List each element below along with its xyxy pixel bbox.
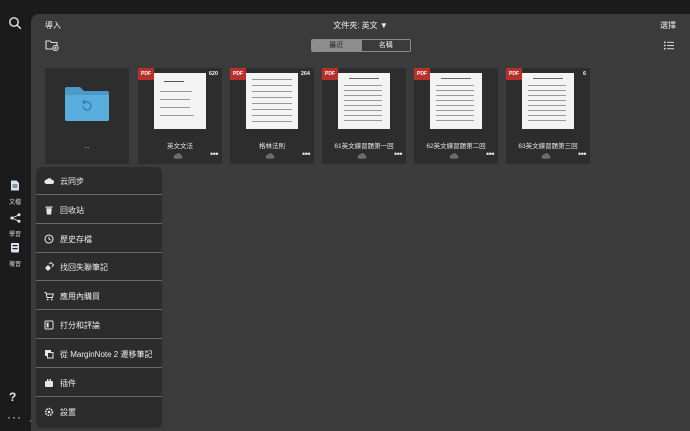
list-view-icon[interactable] bbox=[664, 41, 674, 50]
rail-label-documents: 文檔 bbox=[8, 200, 21, 206]
pdf-badge: PDF bbox=[138, 68, 154, 80]
left-rail: 文檔 學習 複習 ? ··· bbox=[0, 0, 30, 431]
menu-divider bbox=[36, 367, 162, 368]
recover-icon bbox=[45, 262, 54, 271]
history-icon bbox=[44, 234, 54, 244]
cloud-status-icon bbox=[449, 153, 459, 159]
menu-label: 云同步 bbox=[60, 177, 84, 186]
pdf-badge: PDF bbox=[414, 68, 430, 80]
cart-icon bbox=[44, 292, 54, 301]
more-options-icon[interactable]: ••• bbox=[486, 149, 494, 159]
document-icon bbox=[11, 180, 19, 191]
menu-item-in-app-purchase[interactable]: 應用內購買 bbox=[36, 282, 162, 310]
settings-icon bbox=[44, 407, 54, 417]
menu-label: 打分和評論 bbox=[60, 321, 100, 330]
trash-icon bbox=[45, 206, 53, 215]
new-folder-icon[interactable] bbox=[45, 39, 59, 51]
document-card[interactable]: PDF 620 英文文法 ••• bbox=[138, 68, 222, 164]
menu-item-rate-review[interactable]: 打分和評論 bbox=[36, 311, 162, 339]
menu-item-cloud-sync[interactable]: 云同步 bbox=[36, 167, 162, 195]
cards-icon bbox=[11, 243, 19, 253]
menu-item-trash[interactable]: 回收站 bbox=[36, 196, 162, 224]
cloud-status-icon bbox=[265, 153, 275, 159]
more-options-icon[interactable]: ••• bbox=[210, 149, 218, 159]
rail-item-review[interactable]: 複習 bbox=[2, 240, 28, 268]
more-options-icon[interactable]: ••• bbox=[302, 149, 310, 159]
page-count: 264 bbox=[300, 71, 310, 77]
menu-label: 應用內購買 bbox=[60, 292, 100, 301]
document-thumbnail bbox=[430, 73, 482, 129]
pdf-badge: PDF bbox=[230, 68, 246, 80]
folder-title-dropdown[interactable]: 文件夾: 英文 ▼ bbox=[31, 20, 690, 31]
rail-label-review: 複習 bbox=[8, 262, 21, 268]
plugin-icon bbox=[45, 379, 53, 387]
tab-name[interactable]: 名稱 bbox=[360, 40, 411, 51]
search-icon[interactable] bbox=[8, 16, 22, 30]
tab-recent[interactable]: 最近 bbox=[312, 40, 361, 51]
more-menu-popover: 云同步 回收站 歷史存檔 找回失聯筆記 應用內購買 打分和評論 從 Margin… bbox=[36, 167, 162, 428]
help-button[interactable]: ? bbox=[9, 390, 16, 404]
cloud-status-icon bbox=[173, 153, 183, 159]
document-thumbnail bbox=[522, 73, 574, 129]
menu-divider bbox=[36, 194, 162, 195]
menu-divider bbox=[36, 223, 162, 224]
more-button[interactable]: ··· bbox=[7, 410, 22, 424]
mindmap-icon bbox=[9, 213, 20, 223]
pdf-badge: PDF bbox=[506, 68, 522, 80]
document-thumbnail bbox=[246, 73, 298, 129]
document-card[interactable]: PDF 6 63英文練習題第三回 ••• bbox=[506, 68, 590, 164]
menu-label: 設置 bbox=[60, 408, 76, 417]
menu-label: 歷史存檔 bbox=[60, 235, 92, 244]
menu-label: 回收站 bbox=[60, 206, 84, 215]
folder-icon bbox=[65, 87, 109, 121]
menu-item-settings[interactable]: 設置 bbox=[36, 398, 162, 426]
menu-label: 插件 bbox=[60, 379, 76, 388]
document-card[interactable]: PDF 61英文練習題第一回 ••• bbox=[322, 68, 406, 164]
menu-label: 從 MarginNote 2 遷移筆記 bbox=[60, 350, 153, 359]
migrate-icon bbox=[45, 350, 54, 359]
cloud-icon bbox=[44, 178, 54, 184]
document-thumbnail bbox=[338, 73, 390, 129]
pdf-badge: PDF bbox=[322, 68, 338, 80]
rail-item-documents[interactable]: 文檔 bbox=[2, 178, 28, 206]
sort-segmented-control: 最近 名稱 bbox=[311, 39, 411, 52]
cloud-status-icon bbox=[541, 153, 551, 159]
menu-item-recover-notes[interactable]: 找回失聯筆記 bbox=[36, 253, 162, 281]
document-card[interactable]: PDF 264 格林法則 ••• bbox=[230, 68, 314, 164]
folder-card-parent[interactable]: .. bbox=[45, 68, 129, 164]
page-count: 620 bbox=[208, 71, 218, 77]
more-options-icon[interactable]: ••• bbox=[394, 149, 402, 159]
menu-item-migrate-notes[interactable]: 從 MarginNote 2 遷移筆記 bbox=[36, 340, 162, 368]
document-card[interactable]: PDF 62英文練習題第二回 ••• bbox=[414, 68, 498, 164]
rail-label-study: 學習 bbox=[8, 232, 21, 238]
rate-icon bbox=[44, 320, 54, 330]
rail-item-study[interactable]: 學習 bbox=[2, 210, 28, 238]
folder-name: .. bbox=[84, 141, 90, 150]
cloud-status-icon bbox=[357, 153, 367, 159]
select-button[interactable]: 選擇 bbox=[660, 20, 676, 31]
document-thumbnail bbox=[154, 73, 206, 129]
menu-divider bbox=[36, 338, 162, 339]
menu-item-plugins[interactable]: 插件 bbox=[36, 369, 162, 397]
menu-divider bbox=[36, 280, 162, 281]
menu-divider bbox=[36, 309, 162, 310]
more-options-icon[interactable]: ••• bbox=[578, 149, 586, 159]
menu-divider bbox=[36, 396, 162, 397]
page-count: 6 bbox=[582, 71, 586, 77]
menu-label: 找回失聯筆記 bbox=[60, 263, 108, 272]
top-bar: 導入 文件夾: 英文 ▼ 選擇 bbox=[31, 14, 690, 38]
menu-item-history[interactable]: 歷史存檔 bbox=[36, 225, 162, 253]
